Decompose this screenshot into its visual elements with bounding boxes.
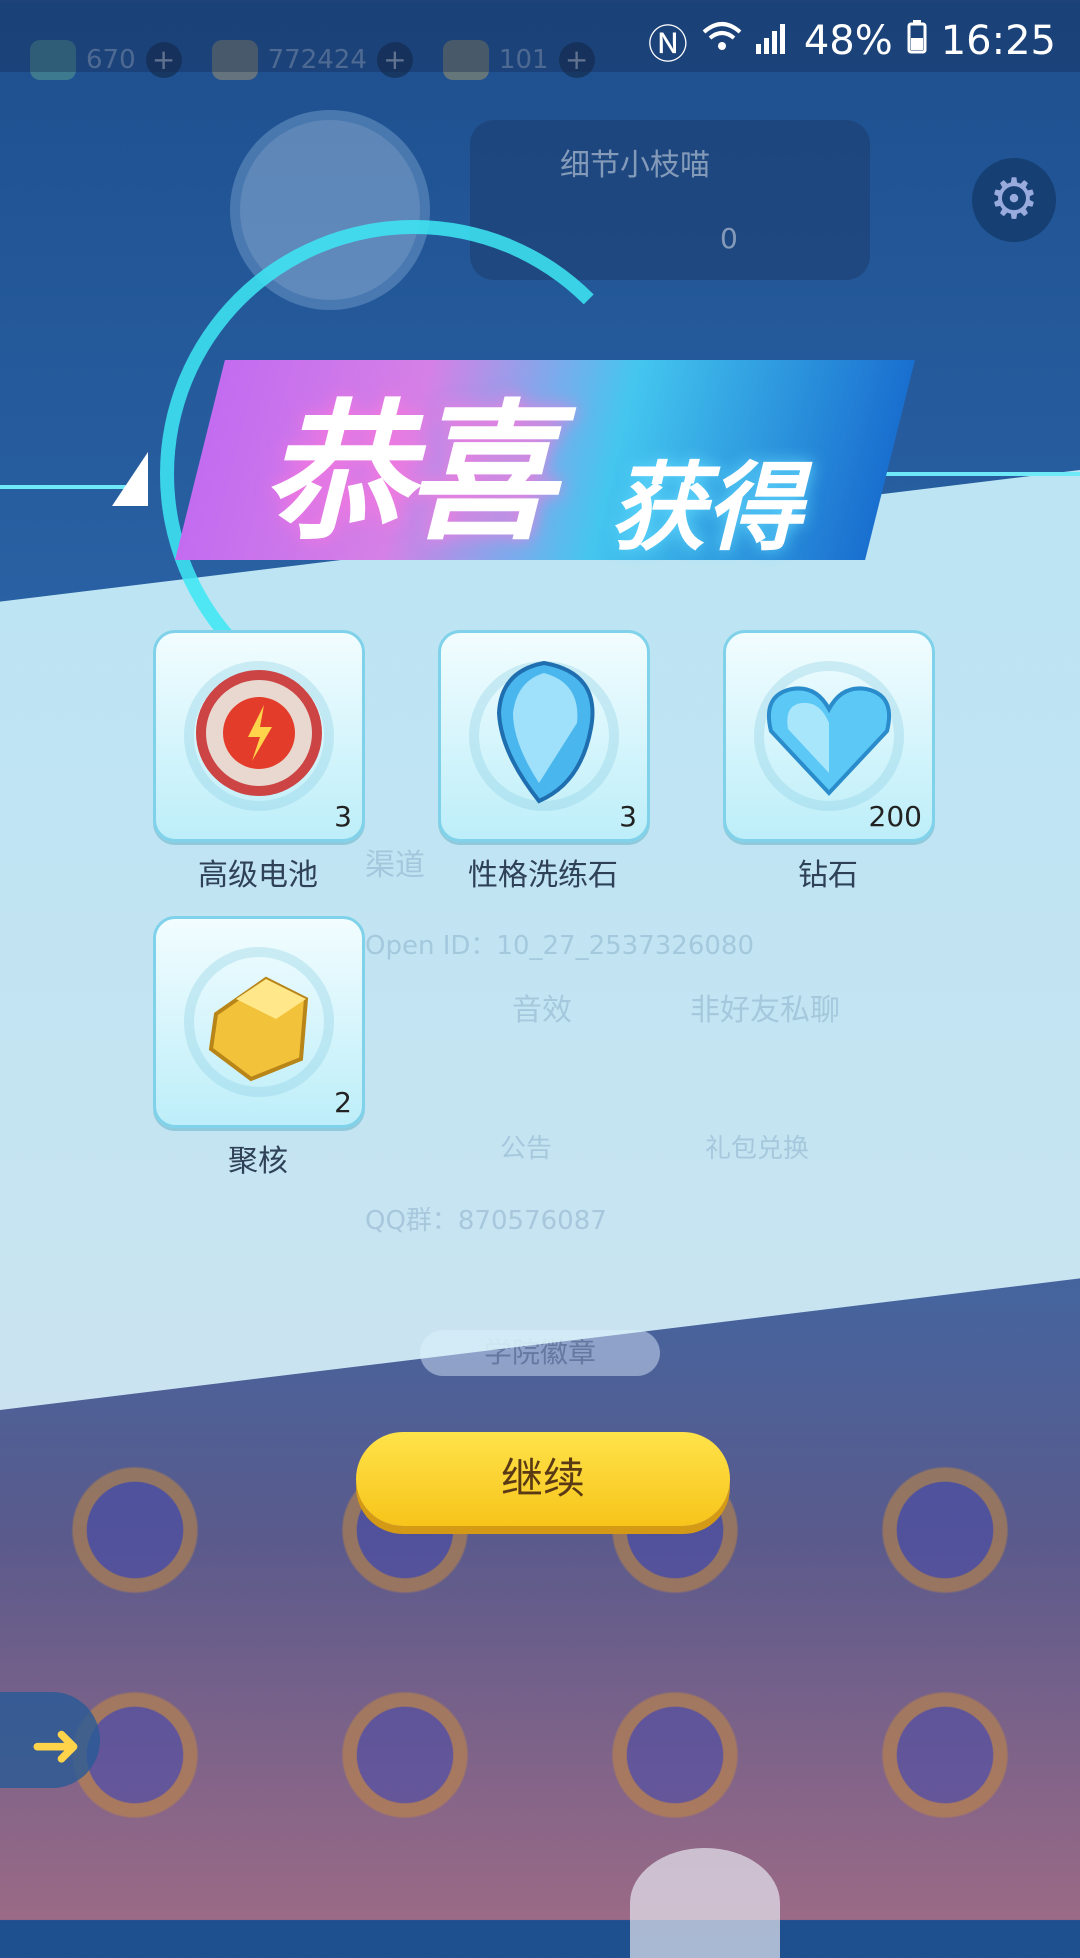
- badge-row-2: [0, 1680, 1080, 1830]
- reward-item-box: 3: [438, 630, 650, 842]
- ghost-open-id: Open ID：10_27_2537326080: [365, 931, 754, 961]
- battery-gear-icon: [196, 670, 322, 796]
- reward-item[interactable]: 200 钻石: [723, 630, 935, 894]
- battery-percent: 48%: [803, 18, 893, 64]
- back-arrow-icon: ➜: [30, 1708, 82, 1781]
- gold-crystal-icon: [208, 976, 309, 1082]
- reward-item[interactable]: 3 高级电池: [153, 630, 365, 894]
- wifi-icon: [702, 18, 742, 64]
- scroll-badge-icon[interactable]: [870, 1455, 1020, 1605]
- reward-item[interactable]: 3 性格洗练石: [438, 630, 650, 894]
- title-main: 恭喜: [262, 387, 556, 561]
- continue-button[interactable]: 继续: [356, 1432, 730, 1526]
- fire-badge-icon[interactable]: [600, 1680, 750, 1830]
- congrats-title: 恭喜 获得: [0, 210, 1080, 728]
- clock: 16:25: [940, 18, 1056, 64]
- reward-name: 聚核: [228, 1144, 288, 1179]
- profile-name: 细节小枝喵: [560, 148, 710, 183]
- leaf-badge-icon[interactable]: [60, 1455, 210, 1605]
- ghost-gift-exchange-label: 礼包兑换: [705, 1134, 810, 1164]
- reward-count: 3: [334, 800, 352, 833]
- reward-name: 高级电池: [198, 858, 318, 893]
- reward-count: 200: [868, 800, 922, 833]
- reward-item-box: 3: [153, 630, 365, 842]
- sparkle-triangle-icon: [112, 452, 148, 506]
- blue-teardrop-gem-icon: [496, 660, 595, 804]
- title-line-right: [860, 472, 1080, 476]
- nfc-icon: Ⓝ: [647, 22, 688, 68]
- title-sub: 获得: [610, 452, 802, 564]
- ghost-non-friend-chat-label: 非好友私聊: [690, 993, 840, 1028]
- signal-icon: [755, 18, 790, 64]
- title-line-left: [0, 485, 130, 489]
- reward-item[interactable]: 2 聚核: [153, 916, 365, 1180]
- reward-item-box: 200: [723, 630, 935, 842]
- reward-name: 钻石: [798, 858, 858, 893]
- reward-item-box: 2: [153, 916, 365, 1128]
- ghost-channel-label: 渠道: [365, 848, 425, 883]
- reward-name: 性格洗练石: [468, 858, 618, 893]
- wing-badge-icon[interactable]: [870, 1680, 1020, 1830]
- ghost-announcement-label: 公告: [500, 1134, 553, 1164]
- status-bar: Ⓝ 48% 16:25: [0, 0, 1080, 72]
- expand-up-button[interactable]: [630, 1848, 780, 1958]
- ghost-sound-effect-label: 音效: [512, 993, 572, 1028]
- lightning-badge-icon[interactable]: [330, 1680, 480, 1830]
- battery-icon: [907, 18, 927, 64]
- reward-count: 3: [619, 800, 637, 833]
- ghost-qq-group: QQ群：870576087: [365, 1206, 607, 1236]
- reward-count: 2: [334, 1086, 352, 1119]
